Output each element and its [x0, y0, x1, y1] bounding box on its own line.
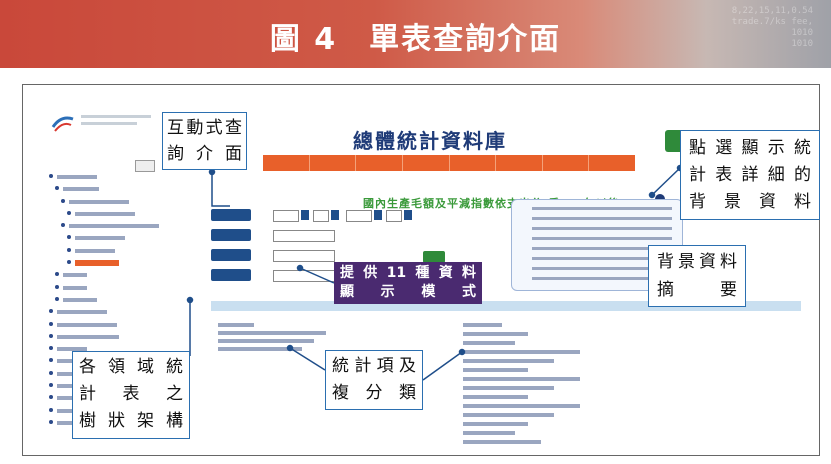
callout-interactive-query: 互動式查 詢 介 面 — [162, 112, 247, 170]
callout-display-modes: 提供11種資料 顯 示 模 式 — [334, 262, 482, 304]
callout-detail-info: 點選顯示統 計表詳細的 背 景 資 料 — [680, 130, 820, 220]
callout-background-summary: 背景資料 摘 要 — [648, 245, 746, 307]
callout-tree-structure: 各領域統 計 表 之 樹狀架構 — [72, 351, 190, 439]
callout-stat-items: 統計項及 複 分 類 — [325, 350, 423, 410]
